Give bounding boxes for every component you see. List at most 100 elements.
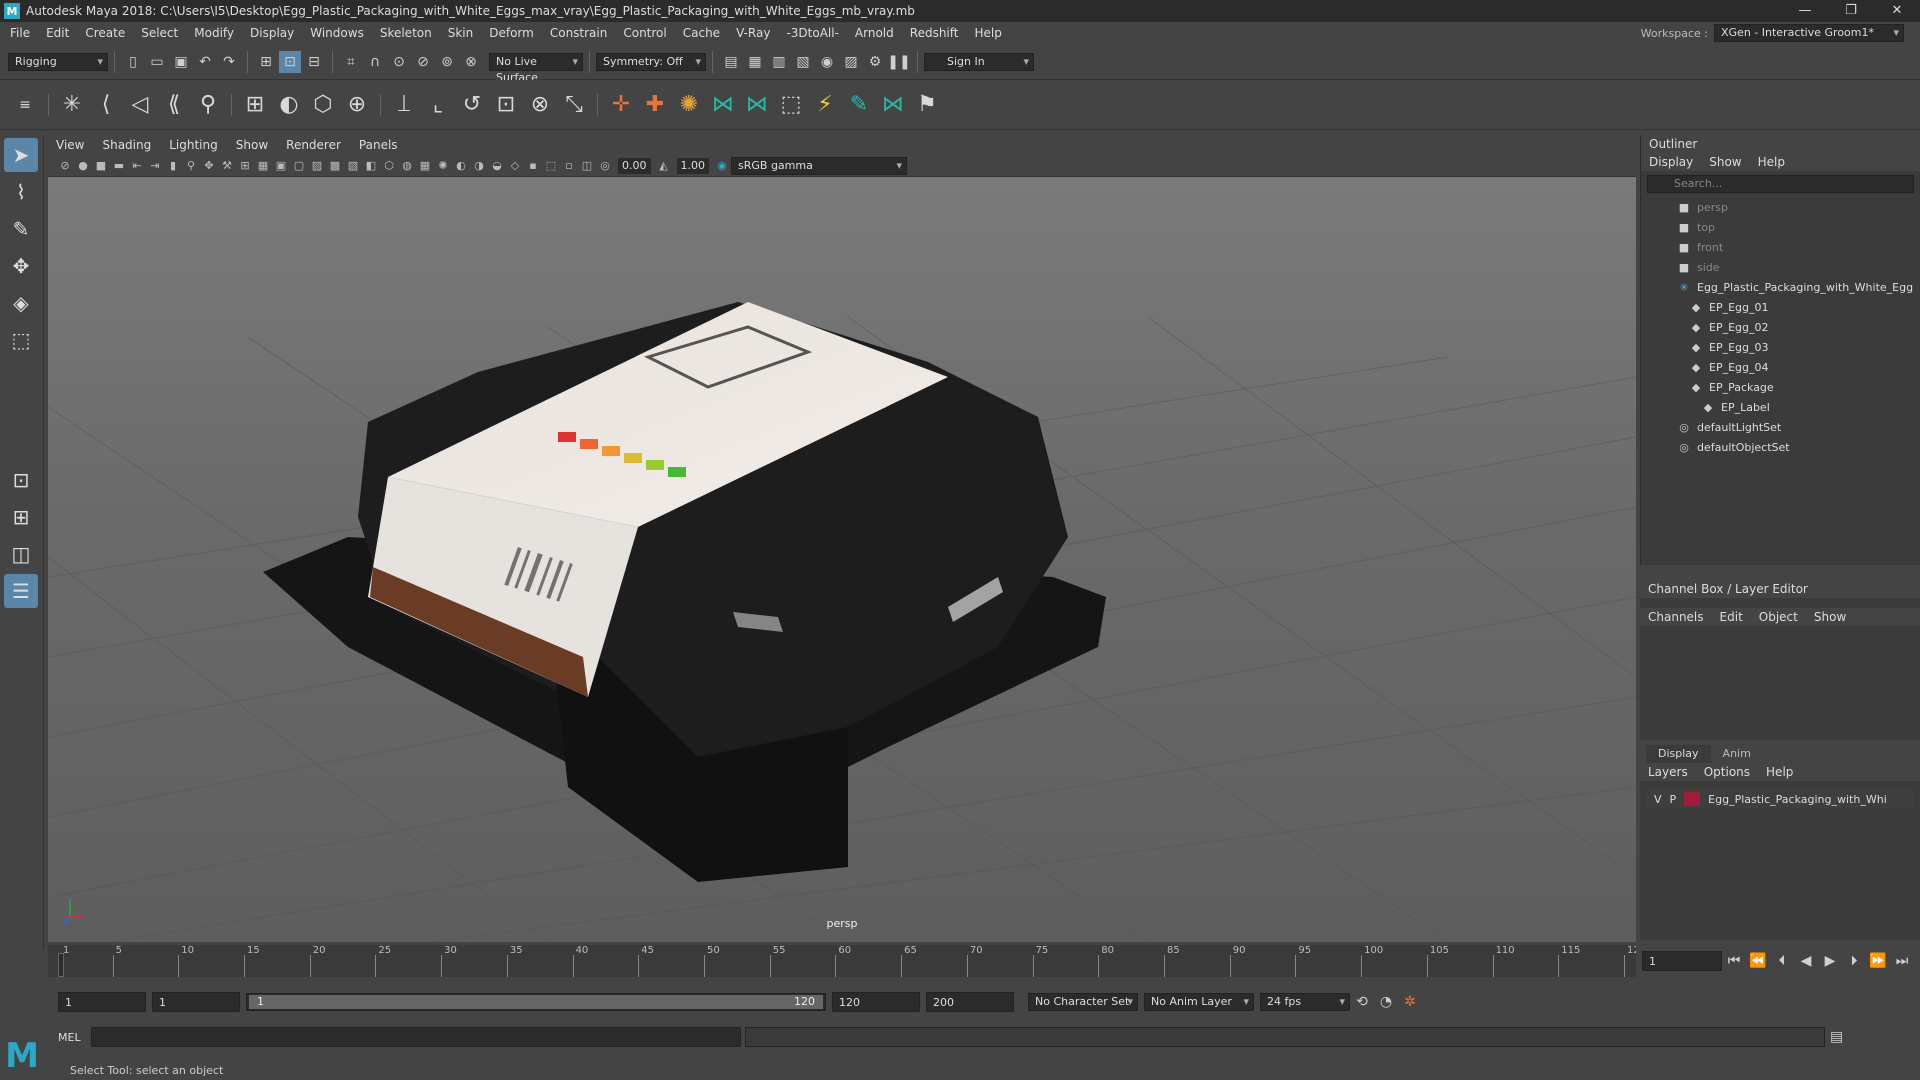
aa-icon[interactable]: ◇: [507, 158, 523, 174]
select-hierarchy-icon[interactable]: ⊞: [255, 51, 277, 73]
menu-skin[interactable]: Skin: [448, 26, 474, 40]
menu-select[interactable]: Select: [141, 26, 178, 40]
pause-icon[interactable]: ❚❚: [887, 51, 910, 73]
symmetry-dropdown[interactable]: Symmetry: Off: [596, 52, 706, 71]
light-icon[interactable]: ✺: [435, 158, 451, 174]
mocap-icon[interactable]: ⋈: [706, 88, 740, 122]
fps-dropdown[interactable]: 24 fps: [1260, 993, 1350, 1011]
outliner-item[interactable]: ■ side: [1641, 257, 1920, 277]
time-slider[interactable]: 1 5 10 15 20 25 30 35 40 45 50 55 60 65 70 75 80 85 90 95 10…: [48, 945, 1646, 977]
panel-menu-renderer[interactable]: Renderer: [286, 138, 341, 152]
menu-control[interactable]: Control: [623, 26, 666, 40]
current-frame-field[interactable]: 1: [1642, 951, 1722, 971]
outliner-item[interactable]: ◆ EP_Package: [1641, 377, 1920, 397]
menu-create[interactable]: Create: [85, 26, 125, 40]
anim-prefs-icon[interactable]: ✲: [1399, 991, 1421, 1013]
pivot-icon[interactable]: ✚: [638, 88, 672, 122]
hik-control-icon[interactable]: ⋈: [876, 88, 910, 122]
smooth-shade-icon[interactable]: ▣: [273, 158, 289, 174]
outliner-item[interactable]: ◆ EP_Egg_01: [1641, 297, 1920, 317]
resolution-gate-icon[interactable]: ⇥: [147, 158, 163, 174]
menu-windows[interactable]: Windows: [310, 26, 364, 40]
minimize-button[interactable]: —: [1782, 0, 1828, 22]
go-to-end-icon[interactable]: ⏭: [1891, 950, 1913, 972]
mel-label[interactable]: MEL: [48, 1031, 91, 1044]
retarget-icon[interactable]: ⋈: [740, 88, 774, 122]
snap-point-icon[interactable]: ⊙: [388, 51, 410, 73]
ao-icon[interactable]: ◑: [471, 158, 487, 174]
auto-key-icon[interactable]: ◔: [1375, 991, 1397, 1013]
snap-curve-icon[interactable]: ∩: [364, 51, 386, 73]
film-gate-icon[interactable]: ⇤: [129, 158, 145, 174]
shadows-icon[interactable]: ▧: [345, 158, 361, 174]
range-bar[interactable]: 1 120: [246, 993, 826, 1011]
blendshape-icon[interactable]: ⊕: [340, 88, 374, 122]
lasso-tool-icon[interactable]: ⌇: [4, 175, 38, 209]
outliner-item[interactable]: ■ top: [1641, 217, 1920, 237]
outliner-item[interactable]: ■ front: [1641, 237, 1920, 257]
scale-tool-icon[interactable]: ⬚: [4, 323, 38, 357]
locator-icon[interactable]: ✛: [604, 88, 638, 122]
move-tool-icon[interactable]: ✥: [4, 249, 38, 283]
ik-spline-icon[interactable]: ◁: [123, 88, 157, 122]
snap-grid-icon[interactable]: ⌗: [340, 51, 362, 73]
new-scene-icon[interactable]: ▯: [122, 51, 144, 73]
options-menu[interactable]: Options: [1704, 765, 1750, 779]
menu-deform[interactable]: Deform: [489, 26, 534, 40]
render-frame-icon[interactable]: ▦: [744, 51, 766, 73]
step-back-key-icon[interactable]: ⏪: [1747, 950, 1769, 972]
create-joint-icon[interactable]: ✳: [55, 88, 89, 122]
default-material-icon[interactable]: ▢: [291, 158, 307, 174]
single-perspective-icon[interactable]: ⊡: [4, 463, 38, 497]
ipr-render-icon[interactable]: ▥: [768, 51, 790, 73]
vray-ipr-icon[interactable]: ⚙: [864, 51, 886, 73]
render-settings-icon[interactable]: ▧: [792, 51, 814, 73]
bookmark-icon[interactable]: ■: [93, 158, 109, 174]
select-camera-icon[interactable]: ⬚: [543, 158, 559, 174]
menu-modify[interactable]: Modify: [194, 26, 234, 40]
gamma-icon[interactable]: ◭: [656, 158, 672, 174]
hypershade-icon[interactable]: ◉: [816, 51, 838, 73]
sign-in-button[interactable]: Sign In: [924, 52, 1034, 71]
menu-vray[interactable]: V-Ray: [736, 26, 770, 40]
object-menu[interactable]: Object: [1759, 610, 1798, 624]
animation-start-field[interactable]: 1: [58, 992, 146, 1012]
playback-start-field[interactable]: 1: [152, 992, 240, 1012]
color-management-icon[interactable]: ◉: [714, 158, 730, 174]
outliner-layout-icon[interactable]: ☰: [4, 574, 38, 608]
render-view-icon[interactable]: ▤: [720, 51, 742, 73]
menu-arnold[interactable]: Arnold: [855, 26, 894, 40]
xray-active-icon[interactable]: ◫: [579, 158, 595, 174]
live-surface-dropdown[interactable]: No Live Surface: [489, 52, 583, 84]
viewport-persp[interactable]: persp: [48, 177, 1636, 942]
menu-constrain[interactable]: Constrain: [550, 26, 608, 40]
playback-end-field[interactable]: 120: [832, 992, 920, 1012]
vray-render-icon[interactable]: ▨: [840, 51, 862, 73]
outliner-item[interactable]: ◆ EP_Label: [1641, 397, 1920, 417]
show-menu[interactable]: Show: [1814, 610, 1846, 624]
current-time-indicator[interactable]: [58, 953, 64, 977]
lights-icon[interactable]: ▩: [327, 158, 343, 174]
colorspace-dropdown[interactable]: sRGB gamma: [731, 156, 907, 175]
image-plane-icon[interactable]: ▬: [111, 158, 127, 174]
select-object-icon[interactable]: ⊡: [279, 50, 301, 73]
layer-help-menu[interactable]: Help: [1766, 765, 1793, 779]
cube-icon[interactable]: ⬡: [381, 158, 397, 174]
point-constraint-icon[interactable]: ⌞: [421, 88, 455, 122]
layer-visibility-toggle[interactable]: V: [1654, 793, 1662, 806]
undo-icon[interactable]: ↶: [194, 51, 216, 73]
skin-tool-icon[interactable]: ✎: [842, 88, 876, 122]
tab-display[interactable]: Display: [1646, 745, 1711, 763]
exposure-field[interactable]: 0.00: [618, 157, 651, 174]
cluster-icon[interactable]: ⬡: [306, 88, 340, 122]
four-view-icon[interactable]: ⊞: [4, 500, 38, 534]
hik-pin-icon[interactable]: ⚑: [910, 88, 944, 122]
xray-joints-icon[interactable]: ▫: [561, 158, 577, 174]
save-scene-icon[interactable]: ▣: [170, 51, 192, 73]
play-back-icon[interactable]: ◀: [1795, 950, 1817, 972]
outliner-item[interactable]: ■ persp: [1641, 197, 1920, 217]
gamma-field[interactable]: 1.00: [676, 157, 709, 174]
exposure-icon[interactable]: ◎: [597, 158, 613, 174]
shelf-menu-icon[interactable]: ≡: [8, 88, 42, 122]
hik-icon[interactable]: ⚲: [191, 88, 225, 122]
